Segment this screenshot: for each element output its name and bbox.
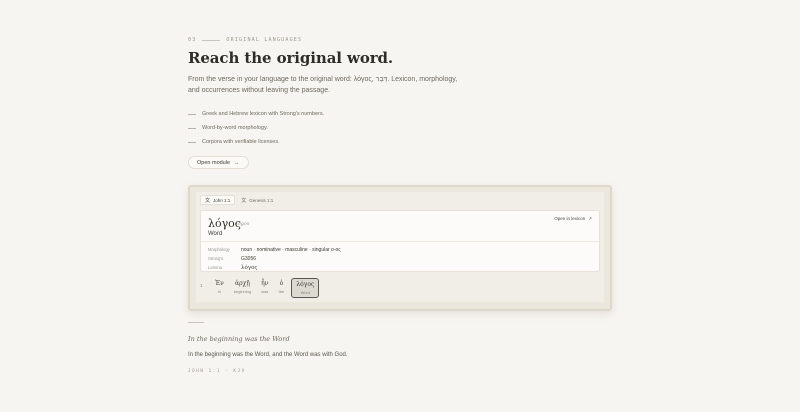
- token-english: beginning: [233, 289, 252, 294]
- property-row: Strong's G3056: [208, 254, 341, 263]
- open-in-lexicon-link[interactable]: Open in lexicon ↗: [554, 216, 592, 222]
- feature-list: Greek and Hebrew lexicon with Strong's n…: [188, 107, 324, 149]
- feature-item: Greek and Hebrew lexicon with Strong's n…: [188, 107, 324, 121]
- open-in-lexicon-label: Open in lexicon: [554, 216, 586, 221]
- passage-tabs: 文 John 1:1 文 Genesis 1:1: [200, 195, 277, 205]
- token-english: the: [278, 289, 285, 294]
- feature-text: Greek and Hebrew lexicon with Strong's n…: [202, 111, 325, 117]
- tab-label: John 1:1: [213, 197, 231, 203]
- dash-icon: [188, 113, 196, 115]
- property-key: Lemma: [208, 265, 222, 270]
- word-token[interactable]: ὁ the: [275, 278, 287, 296]
- token-greek: ἦν: [261, 280, 269, 287]
- token-english: was: [261, 289, 269, 294]
- property-value: G3056: [241, 255, 257, 262]
- tab-label: Genesis 1:1: [249, 197, 274, 203]
- quote-title: In the beginning was the Word: [188, 335, 290, 343]
- module-panel: 文 John 1:1 文 Genesis 1:1 λόγος lógos Wor…: [196, 192, 604, 302]
- token-english: In: [217, 289, 222, 294]
- translate-icon: 文: [205, 197, 211, 204]
- open-module-label: Open module: [197, 159, 231, 166]
- property-value: λόγος: [241, 264, 258, 271]
- lexicon-card: λόγος lógos Word Open in lexicon ↗ Morph…: [200, 210, 600, 272]
- token-greek: Ἐν: [215, 280, 224, 287]
- token-greek: λόγος: [296, 281, 315, 288]
- tab-john-1-1[interactable]: 文 John 1:1: [200, 195, 236, 205]
- quote-divider: [188, 322, 204, 323]
- token-greek: ὁ: [279, 280, 284, 287]
- word-token-selected[interactable]: λόγος Word: [291, 278, 320, 298]
- token-english: Word: [300, 290, 311, 295]
- interlinear-verse: 1 Ἐν In ἀρχῇ beginning ἦν was ὁ the λόγο…: [200, 278, 323, 298]
- lexicon-module-preview: 文 John 1:1 文 Genesis 1:1 λόγος lógos Wor…: [188, 185, 612, 311]
- section-lede: From the verse in your language to the o…: [188, 76, 458, 94]
- quote-reference: John 1:1 · KJV: [188, 368, 246, 373]
- property-row: Morphology noun · nominative · masculine…: [208, 245, 341, 254]
- word-token[interactable]: ἀρχῇ beginning: [231, 278, 254, 296]
- arrow-right-icon: →: [234, 159, 240, 166]
- property-key: Strong's: [208, 256, 224, 261]
- section-eyebrow: 03 Original languages: [188, 37, 302, 43]
- eyebrow-divider: [202, 39, 221, 41]
- translate-icon: 文: [241, 197, 247, 204]
- dash-icon: [188, 127, 196, 129]
- morphology-properties: Morphology noun · nominative · masculine…: [208, 245, 341, 272]
- word-token[interactable]: Ἐν In: [212, 278, 227, 296]
- property-key: Morphology: [208, 247, 230, 252]
- token-greek: ἀρχῇ: [235, 280, 250, 287]
- property-value: noun · nominative · masculine · singular…: [241, 246, 341, 253]
- lemma-gloss: Word: [208, 231, 223, 237]
- property-row: Lemma λόγος: [208, 263, 341, 272]
- feature-text: Word-by-word morphology.: [202, 125, 268, 131]
- arrow-up-right-icon: ↗: [588, 216, 592, 221]
- verse-number: 1: [200, 283, 203, 288]
- word-token[interactable]: ἦν was: [258, 278, 271, 296]
- section-title: Reach the original word.: [188, 49, 394, 67]
- open-module-button[interactable]: Open module →: [188, 156, 249, 169]
- quote-text: In the beginning was the Word, and the W…: [188, 352, 348, 358]
- section-eyebrow-label: Original languages: [226, 37, 303, 43]
- lemma-transliteration: lógos: [236, 221, 250, 227]
- feature-item: Word-by-word morphology.: [188, 121, 324, 135]
- tab-genesis-1-1[interactable]: 文 Genesis 1:1: [237, 195, 277, 205]
- feature-text: Corpora with verifiable licenses.: [202, 139, 280, 145]
- feature-item: Corpora with verifiable licenses.: [188, 135, 324, 149]
- card-divider: [201, 241, 599, 242]
- section-number: 03: [188, 37, 197, 43]
- dash-icon: [188, 141, 196, 143]
